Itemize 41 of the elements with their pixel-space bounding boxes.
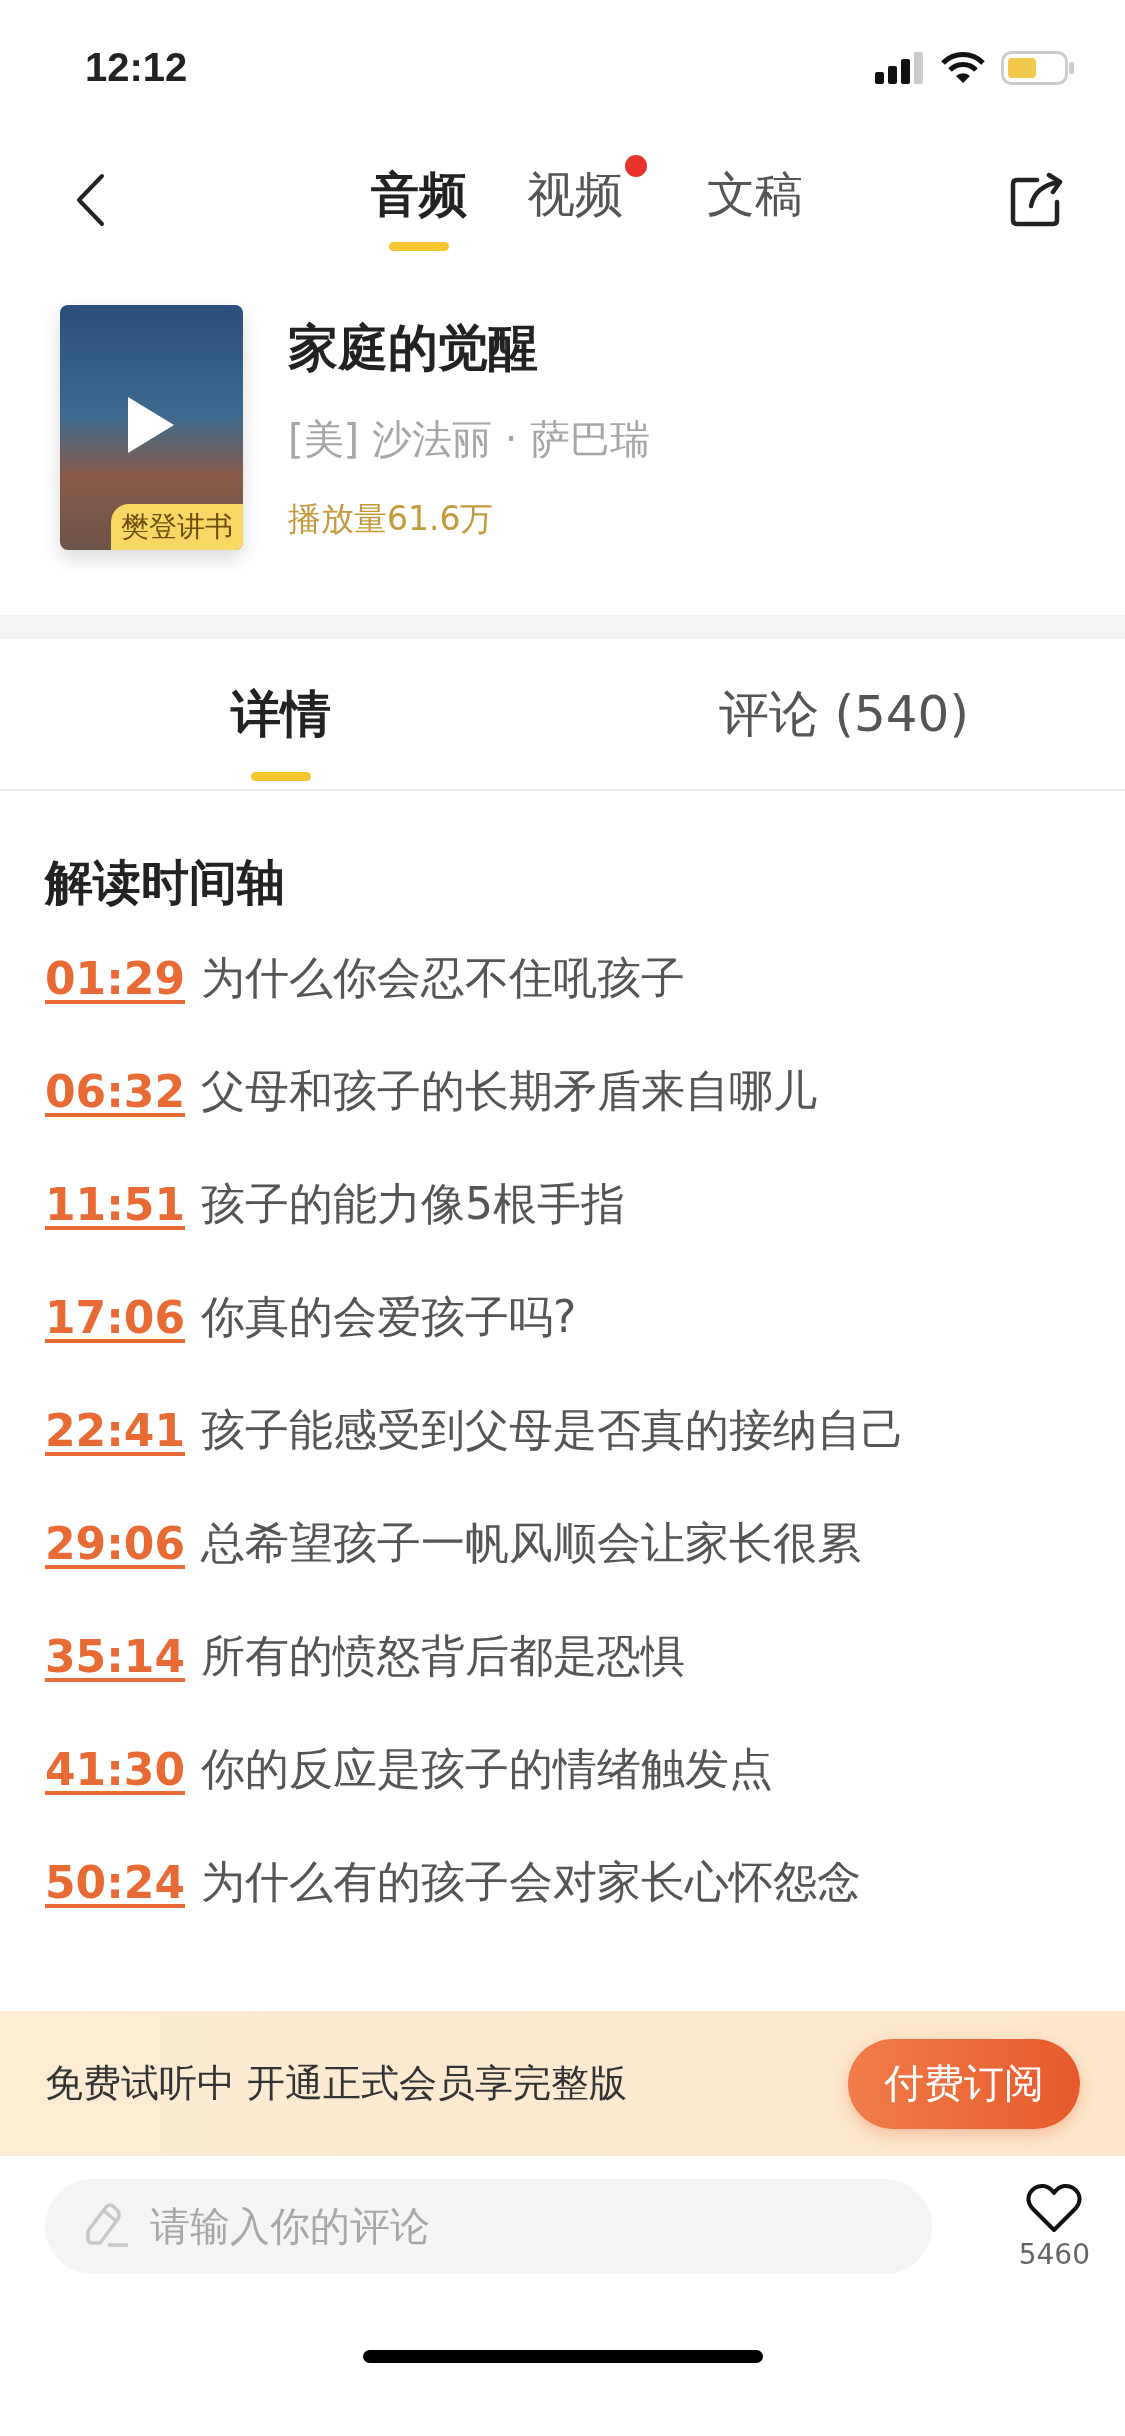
- play-count: 播放量61.6万: [288, 498, 495, 540]
- section-title: 解读时间轴: [45, 853, 286, 912]
- timestamp-link[interactable]: 35:14: [45, 1631, 186, 1682]
- chapter-title: 你的反应是孩子的情绪触发点: [201, 1742, 774, 1796]
- chapter-title: 总希望孩子一帆风顺会让家长很累: [201, 1516, 862, 1570]
- trial-text: 免费试听中 开通正式会员享完整版: [45, 2060, 628, 2107]
- chapter-title: 孩子的能力像5根手指: [201, 1177, 626, 1231]
- book-author: [美] 沙法丽 · 萨巴瑞: [288, 415, 651, 464]
- timestamp-link[interactable]: 41:30: [45, 1744, 186, 1795]
- chapter-title: 为什么你会忍不住吼孩子: [201, 951, 686, 1005]
- heart-icon[interactable]: [1025, 2181, 1084, 2234]
- status-time: 12:12: [85, 45, 188, 90]
- book-title: 家庭的觉醒: [288, 318, 539, 379]
- detail-tab[interactable]: 评论 (540): [562, 639, 1125, 789]
- timestamp-link[interactable]: 17:06: [45, 1292, 186, 1343]
- timestamp-link[interactable]: 01:29: [45, 953, 186, 1004]
- timestamp-link[interactable]: 11:51: [45, 1179, 186, 1230]
- chapter-title: 你真的会爱孩子吗?: [201, 1290, 577, 1344]
- like-count: 5460: [1018, 2237, 1090, 2271]
- battery-icon: [1001, 50, 1075, 85]
- signal-icon: [875, 51, 925, 84]
- media-tab[interactable]: 视频: [527, 149, 647, 251]
- timestamp-link[interactable]: 50:24: [45, 1857, 186, 1908]
- subscribe-button[interactable]: 付费订阅: [848, 2038, 1080, 2129]
- chapter-title: 父母和孩子的长期矛盾来自哪儿: [201, 1064, 818, 1118]
- timestamp-link[interactable]: 22:41: [45, 1405, 186, 1456]
- comment-field[interactable]: 请输入你的评论: [45, 2178, 932, 2274]
- book-cover[interactable]: 樊登讲书: [60, 305, 243, 550]
- back-icon[interactable]: [75, 173, 105, 227]
- timestamp-link[interactable]: 06:32: [45, 1066, 186, 1117]
- media-tab[interactable]: 音频: [371, 149, 467, 251]
- media-tab[interactable]: 文稿: [707, 149, 803, 251]
- chapter-title: 孩子能感受到父母是否真的接纳自己: [201, 1403, 906, 1457]
- timestamp-link[interactable]: 29:06: [45, 1518, 186, 1569]
- share-icon[interactable]: [1009, 172, 1065, 228]
- detail-tab[interactable]: 详情: [0, 639, 563, 789]
- comment-placeholder: 请输入你的评论: [150, 2201, 430, 2251]
- wifi-icon: [941, 51, 985, 84]
- cover-badge: 樊登讲书: [111, 504, 243, 550]
- chapter-title: 所有的愤怒背后都是恐惧: [201, 1629, 686, 1683]
- chapter-title: 为什么有的孩子会对家长心怀怨念: [201, 1855, 862, 1909]
